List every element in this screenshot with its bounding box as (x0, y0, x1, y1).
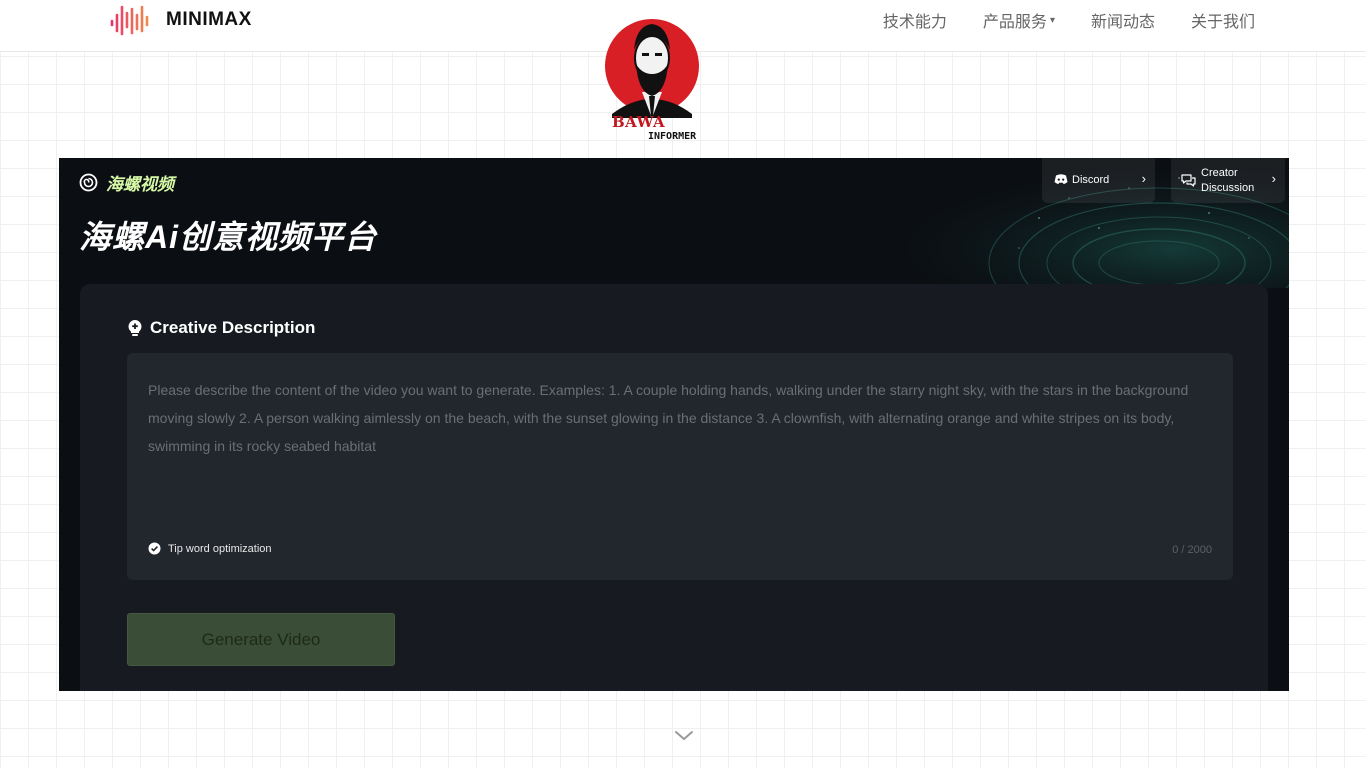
watermark-text-sub: INFORMER (648, 131, 697, 142)
nav-item-about[interactable]: 关于我们 (1191, 8, 1255, 32)
tip-word-optimization-label: Tip word optimization (168, 542, 272, 555)
creative-form-card: Creative Description Tip word optimizati… (80, 284, 1268, 691)
brand-logo-link[interactable]: MINIMAX (110, 3, 252, 37)
hailuo-snail-logo-icon (79, 173, 98, 192)
char-counter: 0 / 2000 (1172, 544, 1212, 556)
chevron-right-icon: › (1141, 171, 1146, 186)
chevron-down-icon[interactable] (673, 726, 695, 746)
chevron-right-icon: › (1271, 171, 1276, 186)
tip-word-optimization-toggle[interactable]: Tip word optimization (148, 542, 272, 555)
discord-label: Discord (1072, 174, 1110, 186)
video-creation-panel: 海螺视频 海螺Ai创意视频平台 Discord › Creator Discuss… (59, 158, 1289, 691)
section-header: Creative Description (127, 318, 315, 338)
brand-name: MINIMAX (166, 9, 252, 30)
main-nav: 技术能力 产品服务 ▾ 新闻动态 关于我们 (883, 8, 1255, 32)
label-line: Creator (1201, 166, 1238, 179)
page-title: 海螺Ai创意视频平台 (79, 219, 378, 255)
prompt-textarea[interactable] (148, 376, 1208, 526)
creator-discussion-link[interactable]: Creator Discussion › (1171, 158, 1285, 203)
nav-item-label: 产品服务 (982, 14, 1047, 31)
caret-down-icon: ▾ (1049, 14, 1055, 26)
creator-discussion-label: Creator Discussion (1201, 166, 1254, 196)
hailuo-brand: 海螺视频 (79, 170, 174, 195)
nav-item-news[interactable]: 新闻动态 (1091, 8, 1155, 32)
section-title: Creative Description (150, 318, 316, 337)
discord-icon (1054, 174, 1068, 184)
prompt-box: Tip word optimization 0 / 2000 (127, 353, 1233, 580)
watermark-text-main: BAWA (612, 113, 666, 131)
nav-item-products[interactable]: 产品服务 ▾ (983, 8, 1055, 32)
label-line: Discussion (1201, 181, 1255, 194)
nav-item-label: 新闻动态 (1090, 14, 1155, 31)
generate-video-button[interactable]: Generate Video (127, 613, 395, 666)
chat-bubbles-icon (1181, 174, 1196, 187)
check-circle-icon (148, 542, 161, 555)
lightbulb-plus-icon (128, 320, 142, 336)
hailuo-brand-name: 海螺视频 (106, 175, 174, 194)
soundwave-logo-icon (110, 5, 149, 36)
nav-item-label: 技术能力 (882, 14, 947, 31)
discord-link[interactable]: Discord › (1042, 158, 1155, 203)
nav-item-tech[interactable]: 技术能力 (883, 8, 947, 32)
nav-item-label: 关于我们 (1190, 14, 1255, 31)
